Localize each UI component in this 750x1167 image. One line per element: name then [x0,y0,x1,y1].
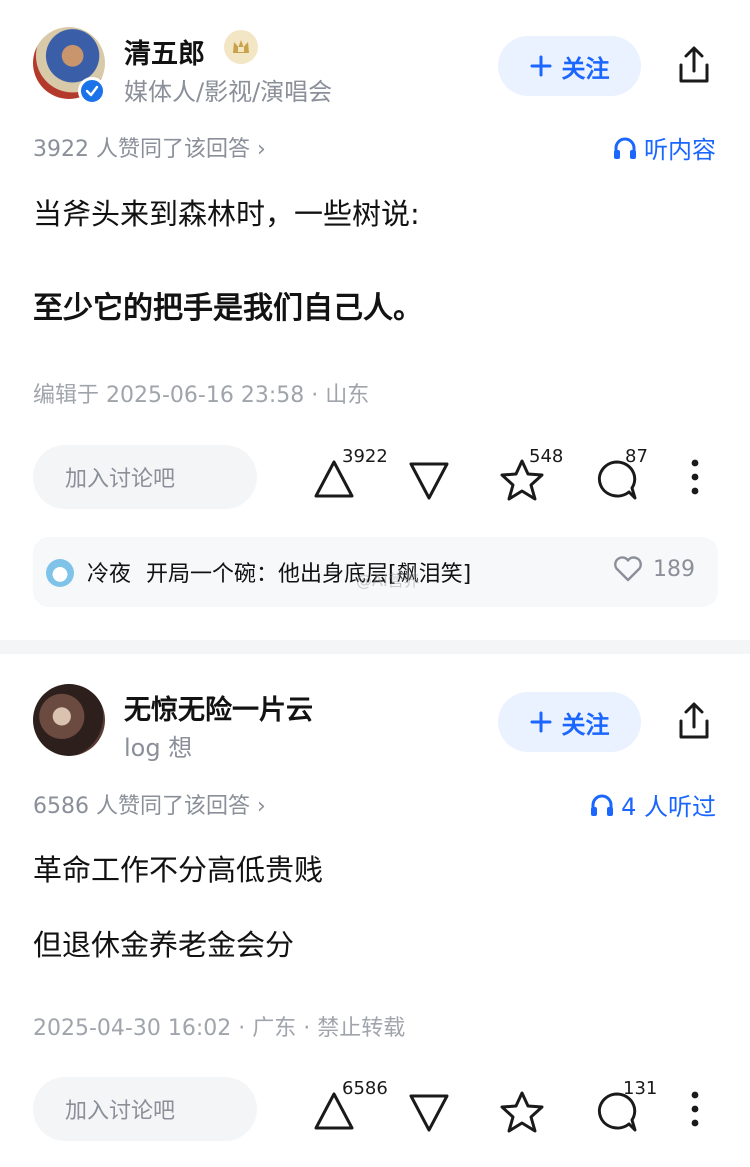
follow-button[interactable]: 关注 [498,692,641,752]
plus-icon [530,711,551,733]
edit-meta: 2025-04-30 16:02 · 广东 · 禁止转载 [33,1016,406,1041]
favorite-button[interactable] [497,1088,547,1136]
comment-like-count: 189 [653,556,695,582]
answer-card: 清五郎 媒体人/影视/演唱会 关注 3922 人赞同了该回答 › 听内容 当斧头… [0,0,750,640]
comment-count: 131 [623,1078,658,1099]
author-bio: log 想 [124,734,193,762]
vote-summary[interactable]: 6586 人赞同了该回答 › [33,788,266,820]
share-icon [679,46,709,83]
follow-label: 关注 [561,710,610,739]
author-name[interactable]: 清五郎 [124,32,205,71]
commenter-avatar [46,559,74,587]
watermark: @AI营养 [356,571,420,590]
author-avatar[interactable] [33,684,105,756]
downvote-icon [409,462,449,500]
comment-count: 87 [625,446,648,467]
downvote-icon [409,1094,449,1132]
upvote-count: 3922 [342,446,388,467]
listen-button[interactable]: 4 人听过 [589,787,716,822]
verified-icon [78,77,106,105]
commenter-name[interactable]: 冷夜 [87,556,131,588]
vote-summary[interactable]: 3922 人赞同了该回答 › [33,131,266,163]
answer-text-line-bold: 至少它的把手是我们自己人。 [33,291,423,326]
divider [0,640,750,654]
author-name[interactable]: 无惊无险一片云 [124,688,313,727]
downvote-button[interactable] [405,457,453,505]
more-icon [691,459,699,495]
share-button[interactable] [672,699,716,743]
listen-label: 4 人听过 [621,793,716,821]
comment-like-button[interactable]: 189 [613,556,695,582]
favorite-count: 548 [529,446,564,467]
follow-button[interactable]: 关注 [498,36,641,96]
answer-card: 无惊无险一片云 log 想 关注 6586 人赞同了该回答 › 4 人听过 革命… [0,654,750,1167]
comment-text: 开局一个碗：他出身底层[飙泪笑] [146,562,472,587]
discuss-input[interactable]: 加入讨论吧 [33,445,257,509]
answer-text-line: 当斧头来到森林时，一些树说: [33,197,420,231]
star-icon [500,1091,544,1133]
edit-meta: 编辑于 2025-06-16 23:58 · 山东 [33,383,370,408]
listen-label: 听内容 [644,136,716,164]
upvote-count: 6586 [342,1078,388,1099]
follow-label: 关注 [561,54,610,83]
downvote-button[interactable] [405,1089,453,1137]
heart-icon [614,556,642,582]
more-button[interactable] [684,456,706,498]
rank-badge-icon [224,30,258,64]
headphones-icon [614,137,636,159]
author-bio: 媒体人/影视/演唱会 [124,78,333,106]
headphones-icon [591,794,614,816]
answer-text-line: 但退休金养老金会分 [33,928,295,962]
listen-button[interactable]: 听内容 [612,130,716,165]
plus-icon [530,55,551,77]
share-icon [679,702,709,739]
more-icon [691,1091,699,1127]
share-button[interactable] [672,43,716,87]
more-button[interactable] [684,1088,706,1130]
discuss-input[interactable]: 加入讨论吧 [33,1077,257,1141]
answer-text-line: 革命工作不分高低贵贱 [33,853,324,887]
